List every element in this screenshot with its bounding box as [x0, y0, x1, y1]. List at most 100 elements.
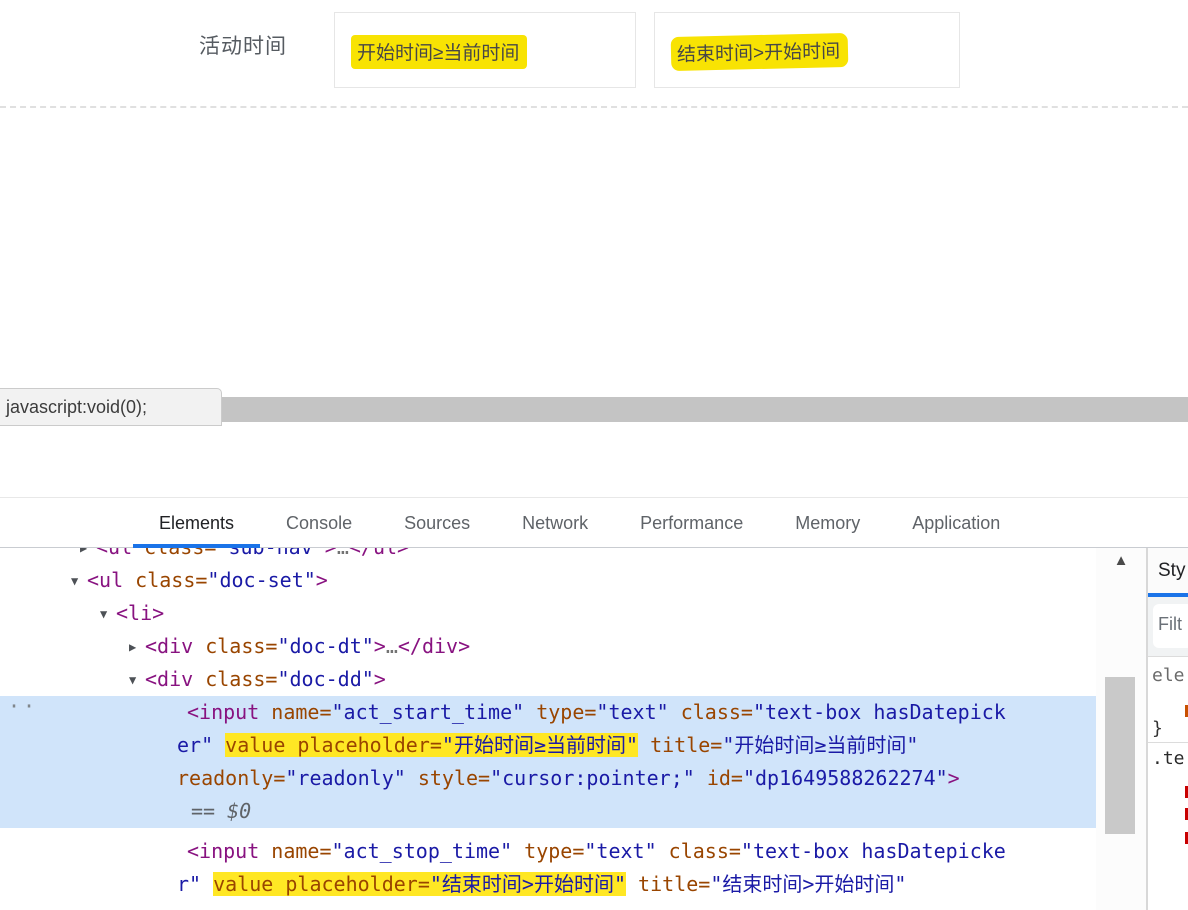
tab-performance[interactable]: Performance — [614, 498, 769, 548]
code-segment: title= — [638, 733, 723, 757]
elements-scrollbar[interactable]: ▲ — [1096, 548, 1146, 910]
code-segment: class= — [132, 548, 216, 559]
tree-line[interactable]: ▼ <li> — [0, 597, 1096, 630]
code-segment: … — [337, 548, 349, 559]
code-segment: "dp1649588262274" — [742, 766, 948, 790]
tab-memory[interactable]: Memory — [769, 498, 886, 548]
tree-line[interactable]: er" value placeholder="开始时间≥当前时间" title=… — [0, 729, 1096, 762]
activity-time-label: 活动时间 — [199, 35, 287, 58]
code-segment: readonly= — [177, 766, 286, 790]
devtools-infobar: i DevTools is now available in Chinese! … — [0, 426, 1188, 909]
dashed-divider — [0, 106, 1188, 108]
collapse-arrow-icon[interactable]: ▶ — [129, 631, 136, 664]
tree-line[interactable]: ▼ <ul class="doc-set"> — [0, 564, 1096, 597]
code-segment: </div> — [397, 634, 471, 658]
code-segment: style= — [405, 766, 491, 790]
code-segment: <ul — [96, 548, 132, 559]
tree-line[interactable]: readonly="readonly" style="cursor:pointe… — [0, 762, 1096, 795]
tree-line[interactable]: ·· <input name="act_start_time" type="tex… — [0, 694, 1096, 729]
end-time-placeholder-highlight: 结束时间>开始时间 — [670, 32, 849, 72]
code-segment: </ul> — [349, 548, 409, 559]
code-segment: id= — [694, 766, 743, 790]
styles-filter-input[interactable]: Filt — [1153, 604, 1188, 648]
devtools-tabs: Elements Console Sources Network Performance… — [133, 498, 1026, 548]
code-segment: "act_start_time" — [331, 700, 525, 724]
tree-line[interactable]: ▶ <div class="doc-dt">…</div> — [0, 630, 1096, 663]
code-segment: "readonly" — [285, 766, 406, 790]
code-segment: "结束时间>开始时间" — [710, 872, 907, 896]
code-segment: "act_stop_time" — [331, 839, 513, 863]
code-segment: name= — [259, 839, 332, 863]
expand-arrow-icon[interactable]: ▼ — [129, 664, 136, 697]
code-segment: type= — [524, 700, 597, 724]
tab-elements[interactable]: Elements — [133, 498, 261, 548]
code-segment: "text-box hasDatepicke — [740, 839, 1006, 863]
code-segment: "开始时间≥当前时间" — [441, 733, 639, 757]
textbox-css-rule[interactable]: .te — [1152, 748, 1185, 769]
tab-console[interactable]: Console — [260, 498, 378, 548]
code-segment: > — [325, 548, 337, 559]
styles-filter-row: Filt — [1148, 597, 1188, 657]
code-segment: type= — [512, 839, 585, 863]
code-segment: title= — [626, 872, 711, 896]
expand-arrow-icon[interactable]: ▼ — [71, 565, 78, 598]
code-segment: > — [947, 766, 960, 790]
selected-node-gutter-marker: ·· — [8, 694, 39, 718]
code-segment: class= — [123, 568, 208, 592]
elements-tree: ▶<ul class="sub-nav">…</ul>▼<ul class="d… — [0, 548, 1096, 910]
styles-tabstrip: Sty — [1148, 548, 1188, 597]
code-segment: <input — [187, 839, 260, 863]
code-segment: "text" — [596, 700, 669, 724]
code-segment: … — [385, 634, 398, 658]
styles-filter-placeholder: Filt — [1158, 614, 1182, 634]
code-segment: > — [373, 667, 386, 691]
devtools-main: ▶<ul class="sub-nav">…</ul>▼<ul class="d… — [0, 548, 1188, 910]
code-segment: value placeholder= — [225, 733, 442, 757]
code-segment: class= — [656, 839, 741, 863]
code-segment: "doc-set" — [207, 568, 316, 592]
code-segment: <input — [187, 700, 260, 724]
tree-line[interactable]: ▼ <div class="doc-dd"> — [0, 663, 1096, 696]
tree-line[interactable]: ▶ <ul class="sub-nav">…</ul> — [0, 548, 1096, 564]
tab-styles[interactable]: Sty — [1158, 560, 1185, 582]
screen: 活动时间 开始时间≥当前时间 结束时间>开始时间 javascript:void… — [0, 0, 1188, 910]
tree-line[interactable]: <input name="act_stop_time" type="text" … — [0, 835, 1096, 868]
code-segment: == $0 — [191, 799, 252, 823]
code-segment: "text" — [584, 839, 657, 863]
styles-sidebar: Sty Filt ele } .te — [1148, 548, 1188, 910]
scroll-up-arrow-icon[interactable]: ▲ — [1096, 552, 1146, 569]
code-segment: "cursor:pointer;" — [490, 766, 695, 790]
code-segment: "sub-nav" — [216, 548, 324, 559]
code-segment: class= — [193, 634, 278, 658]
tab-application[interactable]: Application — [886, 498, 1026, 548]
code-segment: "doc-dd" — [277, 667, 374, 691]
scrollbar-thumb[interactable] — [1105, 677, 1135, 834]
rule-closing-brace[interactable]: } — [1152, 718, 1163, 739]
tab-sources[interactable]: Sources — [378, 498, 496, 548]
devtools-toolbar: Elements Console Sources Network Performance… — [0, 497, 1188, 548]
start-time-input[interactable]: 开始时间≥当前时间 — [334, 12, 636, 88]
code-segment: > — [373, 634, 386, 658]
code-segment: > — [315, 568, 328, 592]
element-style-rule[interactable]: ele — [1152, 665, 1185, 686]
tree-line[interactable]: == $0 — [0, 795, 1096, 828]
code-segment: class= — [193, 667, 278, 691]
code-segment: class= — [668, 700, 753, 724]
code-segment: <div — [145, 634, 194, 658]
code-segment: "结束时间>开始时间" — [429, 872, 627, 896]
code-segment: r" — [177, 872, 202, 896]
code-segment: "text-box hasDatepick — [752, 700, 1006, 724]
start-time-placeholder-highlight: 开始时间≥当前时间 — [351, 35, 528, 69]
tree-line[interactable]: r" value placeholder="结束时间>开始时间" title="… — [0, 868, 1096, 901]
expand-arrow-icon[interactable]: ▼ — [100, 598, 107, 631]
end-time-input[interactable]: 结束时间>开始时间 — [654, 12, 960, 88]
collapse-arrow-icon[interactable]: ▶ — [80, 548, 87, 565]
code-segment: <li> — [116, 601, 165, 625]
code-segment: <ul — [87, 568, 124, 592]
link-status-bubble: javascript:void(0); — [0, 388, 222, 426]
tab-network[interactable]: Network — [496, 498, 614, 548]
code-segment: "doc-dt" — [277, 634, 374, 658]
code-segment: <div — [145, 667, 194, 691]
